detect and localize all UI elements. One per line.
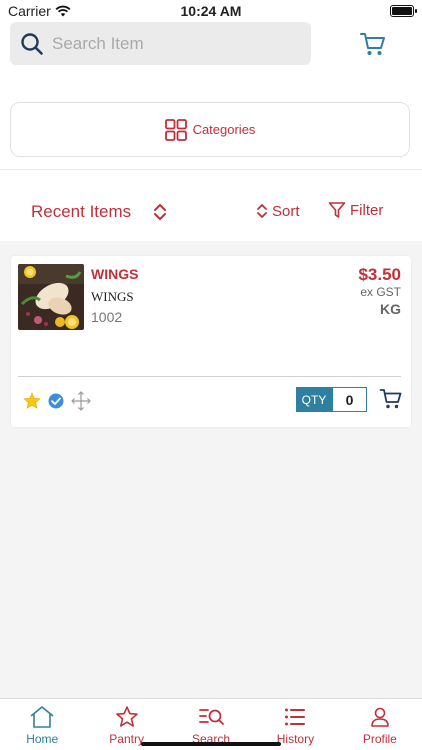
move-icon[interactable] <box>71 391 91 411</box>
list-icon <box>285 708 306 726</box>
filter-label: Filter <box>350 201 384 219</box>
tab-history-label: History <box>276 732 315 746</box>
chevron-updown-icon[interactable] <box>152 202 168 222</box>
tab-home-label: Home <box>26 732 59 746</box>
battery-icon <box>390 5 417 17</box>
verified-check-icon[interactable] <box>47 392 65 410</box>
search-list-icon <box>199 709 224 725</box>
card-actions <box>23 391 91 411</box>
sort-button[interactable]: Sort <box>256 202 300 220</box>
grid-icon <box>164 118 187 141</box>
header-area: Categories Recent Items Sort Filter <box>0 22 422 241</box>
filter-button[interactable]: Filter <box>328 201 383 219</box>
categories-button[interactable]: Categories <box>10 102 410 157</box>
recent-items-title: Recent Items <box>31 202 132 221</box>
status-left: Carrier <box>8 3 71 19</box>
product-card[interactable]: WINGS WINGS 1002 $3.50 ex GST KG QTY 0 <box>11 256 411 427</box>
card-divider <box>18 376 401 377</box>
tab-home[interactable]: Home <box>0 699 84 750</box>
cart-icon[interactable] <box>359 30 387 58</box>
carrier-label: Carrier <box>8 3 51 19</box>
person-icon <box>371 707 389 727</box>
sort-icon <box>257 204 267 218</box>
funnel-icon <box>328 202 346 218</box>
tab-profile-label: Profile <box>362 732 397 746</box>
categories-label: Categories <box>192 122 256 137</box>
qty-input[interactable]: 0 <box>332 387 367 412</box>
product-unit: KG <box>380 301 401 317</box>
add-to-cart-icon[interactable] <box>379 387 403 411</box>
home-icon <box>30 706 54 728</box>
tab-profile[interactable]: Profile <box>338 699 422 750</box>
sort-label: Sort <box>272 202 300 220</box>
tab-bar: Home Pantry Search History Profile <box>0 698 422 750</box>
product-price: $3.50 <box>358 265 401 284</box>
tab-pantry-label: Pantry <box>109 732 144 746</box>
product-name[interactable]: WINGS <box>91 266 138 282</box>
status-bar: Carrier <box>0 0 422 22</box>
search-input[interactable] <box>52 33 292 54</box>
product-image <box>18 264 84 330</box>
search-box[interactable] <box>10 22 311 65</box>
home-indicator <box>141 742 281 746</box>
tax-note: ex GST <box>360 285 401 299</box>
search-icon <box>21 32 43 55</box>
quantity-stepper[interactable]: QTY 0 <box>296 387 367 412</box>
product-code: 1002 <box>91 309 123 325</box>
star-outline-icon <box>115 706 138 727</box>
list-controls: Recent Items Sort Filter <box>0 190 422 230</box>
star-icon[interactable] <box>23 392 41 410</box>
divider <box>0 169 422 170</box>
product-description: WINGS <box>91 289 134 304</box>
qty-label: QTY <box>296 387 332 412</box>
wifi-icon <box>55 5 71 17</box>
